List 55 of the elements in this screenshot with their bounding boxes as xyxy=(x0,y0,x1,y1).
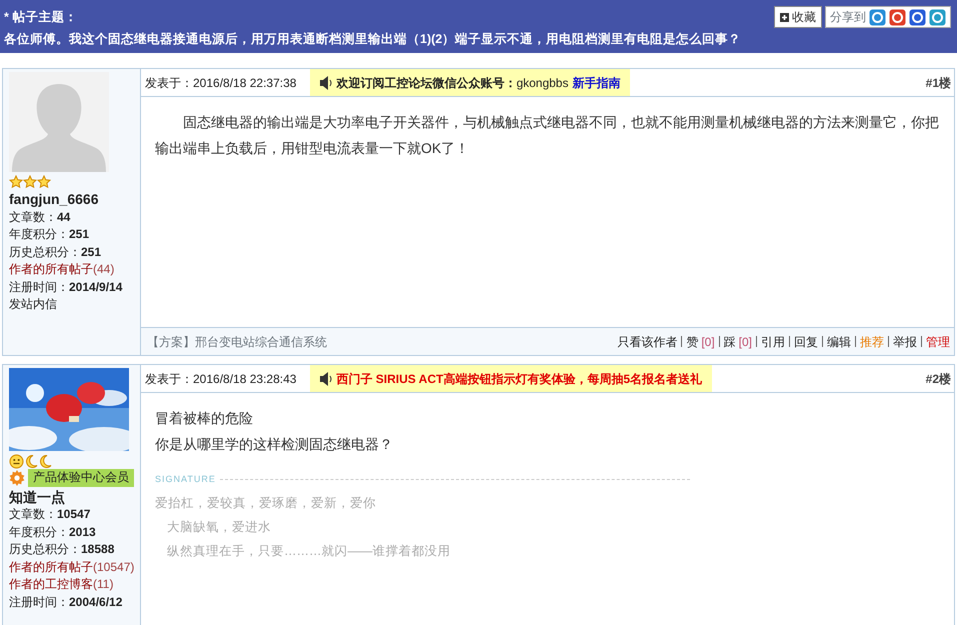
plus-icon xyxy=(780,12,789,22)
user-stat: 年度积分：251 xyxy=(9,226,90,243)
registration-date: 注册时间：2014/9/14 xyxy=(9,278,124,296)
share-icon[interactable] xyxy=(869,8,886,26)
star-icon xyxy=(9,175,23,189)
gear-icon xyxy=(9,470,25,486)
smiley-icon xyxy=(9,454,24,469)
moon-icon xyxy=(24,454,38,469)
post-time: 发表于：2016/8/18 23:28:43 xyxy=(145,370,296,388)
notice-text[interactable]: 西门子 SIRIUS ACT高端按钮指示灯有奖体验，每周抽5名报名者送礼 xyxy=(336,370,702,388)
star-icon xyxy=(23,175,37,189)
notice-text[interactable]: 欢迎订阅工控论坛微信公众账号：gkongbbs 新手指南 xyxy=(336,74,620,92)
action-link[interactable]: 举报 xyxy=(893,332,917,350)
user-stat: 文章数：10547 xyxy=(9,506,92,523)
user-stat: 年度积分：2013 xyxy=(9,524,97,540)
signature-label: SIGNATURE xyxy=(155,473,216,486)
floor-number: #1楼 xyxy=(926,74,952,92)
star-icon xyxy=(37,175,51,189)
related-link[interactable]: 【方案】邢台变电站综合通信系统 xyxy=(147,332,327,350)
share-label: 分享到 xyxy=(830,9,866,26)
action-link[interactable]: 只看该作者 xyxy=(617,332,678,350)
moon-icon xyxy=(38,454,52,469)
action-link[interactable]: 引用 xyxy=(761,332,785,350)
username[interactable]: fangjun_6666 xyxy=(9,191,136,208)
share-icon[interactable] xyxy=(889,8,906,26)
user-stat: 历史总积分：251 xyxy=(9,244,102,260)
action-link[interactable]: 回复 xyxy=(794,332,818,350)
floor-number: #2楼 xyxy=(926,370,952,388)
action-link[interactable]: 管理 xyxy=(926,332,950,350)
share-icon[interactable] xyxy=(909,8,926,26)
author-link[interactable]: 作者的工控博客(11) xyxy=(9,576,136,594)
speaker-icon xyxy=(320,76,332,90)
author-link[interactable]: 作者的所有帖子(10547) xyxy=(9,558,136,576)
post-text: 冒着被棒的危险 xyxy=(155,409,254,428)
share-icon[interactable] xyxy=(929,8,946,26)
action-link[interactable]: 赞 [0] xyxy=(686,332,715,350)
topic-label: * 帖子主题： xyxy=(4,9,78,26)
post-text: 你是从哪里学的这样检测固态继电器？ xyxy=(155,435,394,454)
author-link[interactable]: 作者的所有帖子(44) xyxy=(9,261,136,278)
message-link[interactable]: 发站内信 xyxy=(9,296,136,314)
action-link[interactable]: 踩 [0] xyxy=(724,332,752,350)
action-link[interactable]: 编辑 xyxy=(827,332,851,350)
registration-date: 注册时间：2004/6/12 xyxy=(9,594,124,610)
favorite-button[interactable]: 收藏 xyxy=(774,6,822,28)
topic-title: 各位师傅。我这个固态继电器接通电源后，用万用表通断档测里输出端（1)(2）端子显示不通，用电阻档测里有电阻是怎么回事？ xyxy=(4,31,742,48)
post-time: 发表于：2016/8/18 22:37:38 xyxy=(145,74,296,92)
user-stat: 历史总积分：18588 xyxy=(9,541,116,558)
signature-text: 爱抬杠，爱较真，爱琢磨，爱新，爱你 xyxy=(155,495,377,512)
signature-text: 大脑缺氧，爱进水 xyxy=(166,519,272,536)
post-text: 固态继电器的输出端是大功率电子开关器件，与机械触点式继电器不同，也就不能用测量机械继电器的方法来测量它，你把输出端串上负载后，用钳型电流表量一下就OK了！ xyxy=(155,113,940,158)
username[interactable]: 知道一点 xyxy=(9,488,136,506)
signature-text: 纵然真理在手，只要………就闪——谁撑着都没用 xyxy=(166,543,452,560)
user-stat: 文章数：44 xyxy=(9,208,72,226)
member-badge: 产品体验中心会员 xyxy=(28,469,134,486)
speaker-icon xyxy=(320,372,332,386)
